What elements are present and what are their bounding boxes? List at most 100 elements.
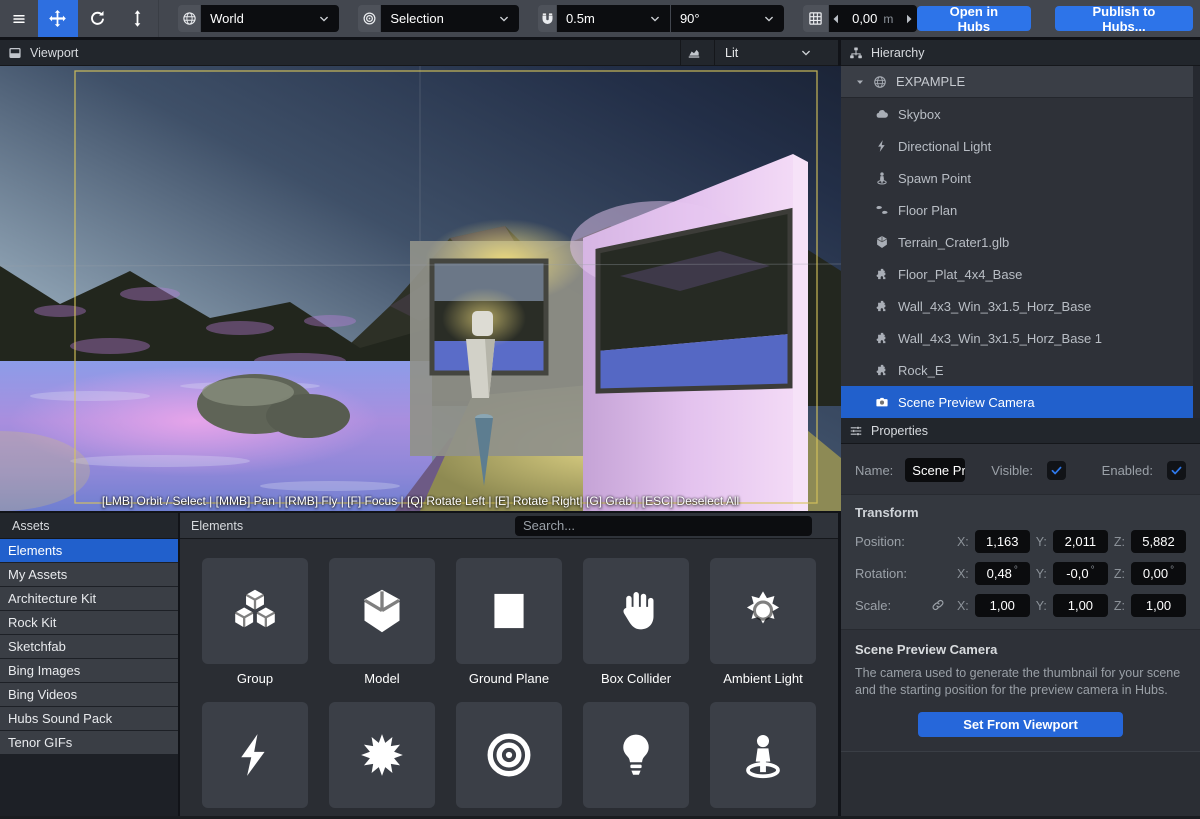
check-icon — [1050, 464, 1063, 477]
snap-rotate-select[interactable]: 90° — [671, 5, 784, 32]
translate-tool-button[interactable] — [38, 0, 78, 37]
element-tile-street-view[interactable] — [710, 702, 816, 816]
element-tile-label: Model — [329, 671, 435, 686]
element-tile-box-collider[interactable]: Box Collider — [583, 558, 689, 686]
element-tile-label — [456, 815, 562, 816]
hierarchy-node-floor-plat-4x4-base[interactable]: Floor_Plat_4x4_Base — [841, 258, 1193, 290]
globe-icon — [873, 75, 887, 89]
properties-title: Properties — [871, 424, 928, 438]
grid-height-decrease-button[interactable] — [829, 5, 844, 32]
toolbar-divider — [158, 0, 159, 37]
chevron-down-icon — [498, 13, 510, 25]
element-tile-ground-plane[interactable]: Ground Plane — [456, 558, 562, 686]
snap-rotate-value: 90° — [680, 11, 753, 26]
visible-label: Visible: — [991, 463, 1033, 478]
assets-section-header: Elements — [180, 513, 838, 539]
magnet-icon — [538, 5, 556, 32]
assets-tab-sketchfab[interactable]: Sketchfab — [0, 635, 178, 658]
element-tile-lightbulb[interactable] — [583, 702, 689, 816]
element-tile-bullseye[interactable] — [456, 702, 562, 816]
link-scale-icon[interactable] — [931, 598, 946, 613]
hierarchy-node-expample[interactable]: EXPAMPLE — [841, 66, 1193, 98]
element-tile-group[interactable]: Group — [202, 558, 308, 686]
hierarchy-node-wall-4x3-win-3x1-5-horz-base-1[interactable]: Wall_4x3_Win_3x1.5_Horz_Base 1 — [841, 322, 1193, 354]
element-tile-label: Ambient Light — [710, 671, 816, 686]
rotation-z-input[interactable]: 0,00° — [1131, 562, 1186, 585]
element-tile-starburst[interactable] — [329, 702, 435, 816]
grid-height-increase-button[interactable] — [902, 5, 917, 32]
assets-tab-bing-images[interactable]: Bing Images — [0, 659, 178, 682]
hierarchy-node-floor-plan[interactable]: Floor Plan — [841, 194, 1193, 226]
hierarchy-node-wall-4x3-win-3x1-5-horz-base[interactable]: Wall_4x3_Win_3x1.5_Horz_Base — [841, 290, 1193, 322]
rotation-y-input[interactable]: -0,0° — [1053, 562, 1108, 585]
grid-icon — [808, 11, 823, 26]
camera-icon — [875, 395, 889, 409]
hierarchy-tree: EXPAMPLESkyboxDirectional Light Spawn Poi… — [841, 66, 1200, 418]
assets-tab-architecture-kit[interactable]: Architecture Kit — [0, 587, 178, 610]
search-input[interactable] — [515, 516, 812, 536]
assets-tab-bing-videos[interactable]: Bing Videos — [0, 683, 178, 706]
hierarchy-node-rock-e[interactable]: Rock_E — [841, 354, 1193, 386]
link-icon — [931, 598, 945, 612]
publish-to-hubs-button[interactable]: Publish to Hubs... — [1055, 6, 1193, 31]
name-input[interactable]: Scene Preview Camera — [905, 458, 965, 482]
menu-button[interactable] — [0, 0, 38, 37]
globe-icon — [178, 5, 200, 32]
assets-tab-rock-kit[interactable]: Rock Kit — [0, 611, 178, 634]
grid-height-input[interactable]: 0,00 m — [844, 11, 902, 26]
viewport-canvas[interactable]: [LMB] Orbit / Select | [MMB] Pan | [RMB]… — [0, 66, 841, 511]
grid-height-value: 0,00 — [852, 11, 877, 26]
hierarchy-node-skybox[interactable]: Skybox — [841, 98, 1193, 130]
node-label: Floor_Plat_4x4_Base — [898, 267, 1022, 282]
position-y-input[interactable]: 2,011 — [1053, 530, 1108, 553]
scale-tool-button[interactable] — [118, 0, 158, 37]
stats-toggle-button[interactable] — [680, 40, 714, 65]
shading-mode-select[interactable]: Lit — [714, 40, 830, 65]
snap-translate-select[interactable]: 0.5m — [557, 5, 670, 32]
hierarchy-scrollbar[interactable] — [1193, 66, 1200, 418]
transform-space-control: World — [178, 5, 339, 32]
scale-row: Scale: X: 1,00 Y: 1,00 Z: 1,00 — [855, 594, 1186, 617]
snap-control: 0.5m 90° — [538, 5, 784, 32]
element-tile-bolt[interactable] — [202, 702, 308, 816]
caret-down-icon — [854, 76, 866, 88]
transform-space-select[interactable]: World — [201, 5, 339, 32]
position-row: Position: X: 1,163 Y: 2,011 Z: 5,882 — [855, 530, 1186, 553]
assets-tab-elements[interactable]: Elements — [0, 539, 178, 562]
snap-translate-value: 0.5m — [566, 11, 639, 26]
visible-checkbox[interactable] — [1047, 461, 1066, 480]
hierarchy-node-terrain-crater1-glb[interactable]: Terrain_Crater1.glb — [841, 226, 1193, 258]
assets-tab-hubs-sound-pack[interactable]: Hubs Sound Pack — [0, 707, 178, 730]
puzzle-icon — [875, 363, 889, 377]
assets-tab-my-assets[interactable]: My Assets — [0, 563, 178, 586]
assets-tab-tenor-gifs[interactable]: Tenor GIFs — [0, 731, 178, 754]
element-tile-model[interactable]: Model — [329, 558, 435, 686]
hierarchy-node-directional-light[interactable]: Directional Light — [841, 130, 1193, 162]
set-from-viewport-button[interactable]: Set From Viewport — [918, 712, 1123, 737]
node-label: Terrain_Crater1.glb — [898, 235, 1009, 250]
scale-x-input[interactable]: 1,00 — [975, 594, 1030, 617]
position-x-input[interactable]: 1,163 — [975, 530, 1030, 553]
component-description: The camera used to generate the thumbnai… — [855, 665, 1186, 700]
street-view-icon — [875, 171, 889, 185]
hierarchy-node-spawn-point[interactable]: Spawn Point — [841, 162, 1193, 194]
enabled-checkbox[interactable] — [1167, 461, 1186, 480]
open-in-hubs-button[interactable]: Open in Hubs — [917, 6, 1031, 31]
element-tile-label — [329, 815, 435, 816]
transform-pivot-select[interactable]: Selection — [381, 5, 519, 32]
position-z-input[interactable]: 5,882 — [1131, 530, 1186, 553]
element-tile-ambient-light[interactable]: Ambient Light — [710, 558, 816, 686]
scale-y-input[interactable]: 1,00 — [1053, 594, 1108, 617]
hierarchy-title: Hierarchy — [871, 46, 925, 60]
chevron-down-icon — [318, 13, 330, 25]
scale-z-input[interactable]: 1,00 — [1131, 594, 1186, 617]
rotation-x-input[interactable]: 0,48° — [975, 562, 1030, 585]
hierarchy-node-scene-preview-camera[interactable]: Scene Preview Camera — [841, 386, 1193, 418]
rotate-tool-button[interactable] — [78, 0, 118, 37]
node-label: Spawn Point — [898, 171, 971, 186]
element-tile-label — [710, 815, 816, 816]
rotation-row: Rotation: X: 0,48° Y: -0,0° Z: 0,00° — [855, 562, 1186, 585]
transform-title: Transform — [855, 505, 1186, 520]
puzzle-icon — [875, 331, 889, 345]
puzzle-icon — [875, 299, 889, 313]
